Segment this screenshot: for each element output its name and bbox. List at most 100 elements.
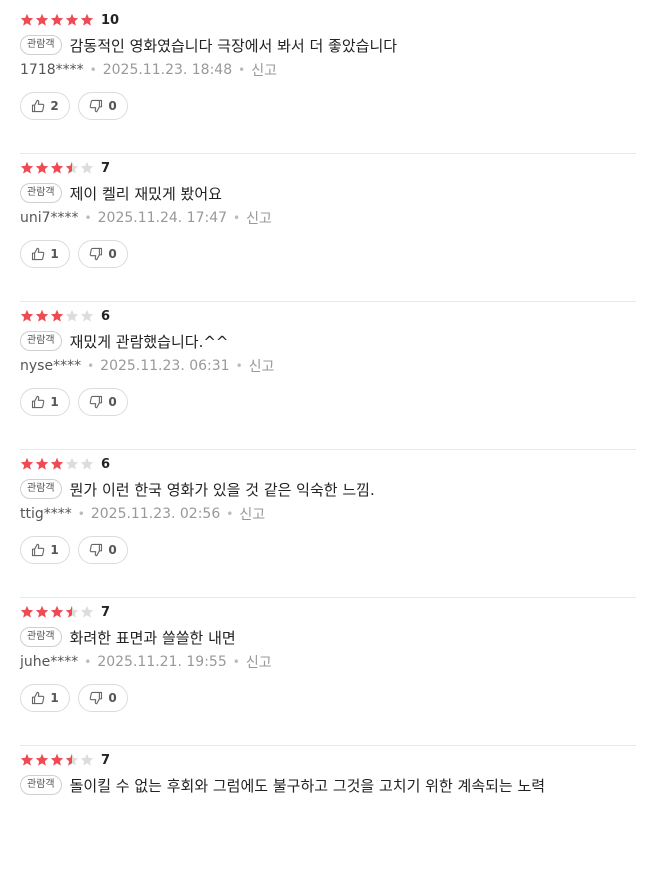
rating-row: 6 (20, 308, 110, 324)
review-meta: juhe**** • 2025.11.21. 19:55 • 신고 (20, 653, 272, 671)
like-button[interactable]: 1 (20, 240, 70, 268)
like-button[interactable]: 1 (20, 684, 70, 712)
review-text: 감동적인 영화였습니다 극장에서 봐서 더 좋았습니다 (69, 36, 398, 55)
star-icon (65, 13, 79, 26)
dislike-count: 0 (108, 99, 117, 113)
star-icon (65, 309, 79, 322)
star-icon (20, 605, 34, 618)
thumb-down-icon (89, 99, 103, 113)
review-text: 돌이킬 수 없는 후회와 그럼에도 불구하고 그것을 고치기 위한 계속되는 노… (69, 776, 546, 795)
star-icon (80, 309, 94, 322)
star-icon (80, 161, 94, 174)
thumb-down-icon (89, 247, 103, 261)
star-icon (65, 161, 79, 174)
rating-score: 10 (101, 12, 120, 28)
thumb-down-icon (89, 691, 103, 705)
report-link[interactable]: 신고 (251, 60, 277, 80)
review-actions: 1 0 (20, 684, 136, 712)
report-link[interactable]: 신고 (246, 208, 272, 228)
viewer-badge: 관람객 (20, 183, 62, 203)
viewer-badge: 관람객 (20, 479, 62, 499)
like-count: 1 (50, 247, 59, 261)
thumb-up-icon (31, 99, 45, 113)
thumb-up-icon (31, 691, 45, 705)
review-actions: 2 0 (20, 92, 136, 120)
review-date: 2025.11.23. 06:31 (100, 358, 230, 374)
star-icon (35, 457, 49, 470)
review-date: 2025.11.23. 18:48 (102, 62, 233, 78)
like-button[interactable]: 2 (20, 92, 70, 120)
review-item: 7 관람객 돌이킬 수 없는 후회와 그럼에도 불구하고 그것을 고치기 위한 … (20, 746, 636, 894)
like-count: 1 (50, 395, 59, 409)
rating-row: 7 (20, 604, 110, 620)
review-content: 관람객 뭔가 이런 한국 영화가 있을 것 같은 익숙한 느낌. (20, 478, 375, 500)
star-icon (35, 753, 49, 766)
report-link[interactable]: 신고 (246, 652, 272, 672)
star-icon (35, 605, 49, 618)
star-icon (20, 753, 34, 766)
reviewer-id: ttig**** (20, 506, 72, 522)
review-content: 관람객 감동적인 영화였습니다 극장에서 봐서 더 좋았습니다 (20, 34, 397, 56)
dislike-count: 0 (108, 395, 117, 409)
rating-score: 6 (101, 456, 111, 472)
star-icon (50, 753, 64, 766)
review-date: 2025.11.23. 02:56 (90, 506, 221, 522)
separator-dot: • (87, 359, 95, 373)
review-date: 2025.11.21. 19:55 (97, 654, 227, 670)
review-meta: 1718**** • 2025.11.23. 18:48 • 신고 (20, 61, 277, 79)
star-icon (20, 13, 34, 26)
dislike-button[interactable]: 0 (78, 536, 128, 564)
rating-score: 7 (101, 160, 111, 176)
star-rating (20, 605, 95, 619)
rating-row: 7 (20, 160, 110, 176)
rating-row: 10 (20, 12, 119, 28)
separator-dot: • (233, 211, 241, 225)
star-icon (20, 457, 34, 470)
thumb-up-icon (31, 543, 45, 557)
report-link[interactable]: 신고 (249, 356, 275, 376)
review-content: 관람객 재밌게 관람했습니다.^^ (20, 330, 228, 352)
like-count: 1 (50, 543, 59, 557)
review-text: 제이 켈리 재밌게 봤어요 (69, 184, 222, 203)
dislike-count: 0 (108, 543, 117, 557)
star-rating (20, 13, 95, 27)
review-meta: ttig**** • 2025.11.23. 02:56 • 신고 (20, 505, 265, 523)
review-actions: 1 0 (20, 240, 136, 268)
dislike-button[interactable]: 0 (78, 92, 128, 120)
rating-row: 7 (20, 752, 110, 768)
review-item: 7 관람객 제이 켈리 재밌게 봤어요 uni7**** • 2025.11.2… (20, 154, 636, 302)
viewer-badge: 관람객 (20, 775, 62, 795)
star-rating (20, 457, 95, 471)
star-icon (50, 457, 64, 470)
review-item: 10 관람객 감동적인 영화였습니다 극장에서 봐서 더 좋았습니다 1718*… (20, 6, 636, 154)
star-icon (20, 161, 34, 174)
review-meta: uni7**** • 2025.11.24. 17:47 • 신고 (20, 209, 272, 227)
review-actions: 1 0 (20, 388, 136, 416)
star-icon (35, 309, 49, 322)
star-icon (80, 13, 94, 26)
review-date: 2025.11.24. 17:47 (97, 210, 228, 226)
viewer-badge: 관람객 (20, 627, 62, 647)
separator-dot: • (89, 63, 97, 77)
like-button[interactable]: 1 (20, 388, 70, 416)
separator-dot: • (232, 655, 240, 669)
separator-dot: • (235, 359, 243, 373)
review-content: 관람객 화려한 표면과 쓸쓸한 내면 (20, 626, 236, 648)
star-icon (50, 13, 64, 26)
dislike-button[interactable]: 0 (78, 684, 128, 712)
viewer-badge: 관람객 (20, 331, 62, 351)
thumb-up-icon (31, 247, 45, 261)
review-text: 뭔가 이런 한국 영화가 있을 것 같은 익숙한 느낌. (69, 480, 375, 499)
like-count: 1 (50, 691, 59, 705)
thumb-down-icon (89, 543, 103, 557)
dislike-button[interactable]: 0 (78, 240, 128, 268)
dislike-button[interactable]: 0 (78, 388, 128, 416)
reviewer-id: nyse**** (20, 358, 82, 374)
dislike-count: 0 (108, 247, 117, 261)
report-link[interactable]: 신고 (239, 504, 265, 524)
review-text: 화려한 표면과 쓸쓸한 내면 (69, 628, 236, 647)
review-actions: 1 0 (20, 536, 136, 564)
reviewer-id: 1718**** (20, 62, 84, 78)
star-icon (50, 605, 64, 618)
like-button[interactable]: 1 (20, 536, 70, 564)
